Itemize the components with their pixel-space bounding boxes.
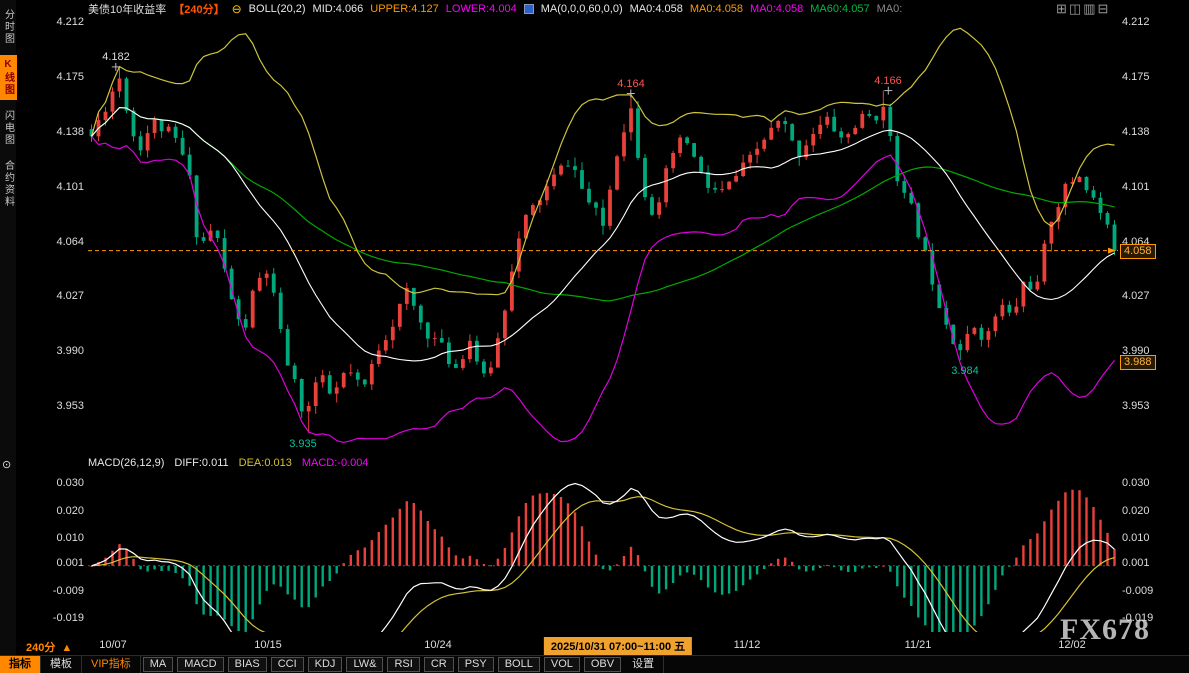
macd-axis-label: 0.020 [1122, 505, 1150, 517]
toolbar-item-vip-indicator[interactable]: VIP指标 [82, 656, 141, 673]
macd-hist-value: MACD:-0.004 [302, 457, 369, 469]
y-axis-label: 4.175 [40, 71, 84, 83]
macd-axis-label: -0.019 [40, 612, 84, 624]
price-annotation: 3.984 [951, 365, 979, 377]
macd-chart[interactable] [88, 472, 1118, 632]
selected-time-badge: 2025/10/31 07:00~11:00 五 [544, 637, 692, 655]
y-axis-label: 4.064 [40, 236, 84, 248]
toolbar-item-macd[interactable]: MACD [177, 657, 223, 672]
layout-icon-1[interactable]: ⊞ [1056, 2, 1067, 16]
toolbar-item-obv[interactable]: OBV [584, 657, 621, 672]
layout-icon-4[interactable]: ⊟ [1098, 2, 1109, 16]
candlestick-svg [88, 18, 1118, 455]
toolbar-item-indicator[interactable]: 指标 [0, 656, 41, 673]
y-axis-label: 4.101 [1122, 181, 1150, 193]
ma-values-group: MA0:4.058 MA0:4.058 MA0:4.058 MA60:4.057 MA0… [630, 3, 910, 15]
up-triangle-icon: ▲ [61, 642, 72, 654]
macd-axis-label: 0.030 [40, 477, 84, 489]
macd-axis-label: -0.009 [40, 585, 84, 597]
y-axis-label: 4.101 [40, 181, 84, 193]
macd-diff-value: DIFF:0.011 [174, 457, 228, 469]
instrument-title: 美债10年收益率 [88, 1, 166, 17]
sidebar-item-time-chart[interactable]: 分时图 [0, 5, 17, 49]
macd-dea-value: DEA:0.013 [239, 457, 292, 469]
y-axis-label: 4.027 [1122, 290, 1150, 302]
ma-params-label: MA(0,0,0,60,0,0) [541, 3, 623, 15]
ma-value-4: MA60:4.057 [810, 3, 869, 15]
chart-header: 美债10年收益率 【240分】 ⊖ BOLL(20,2) MID:4.066 U… [0, 0, 1189, 18]
macd-axis-label: 0.030 [1122, 477, 1150, 489]
macd-axis-label: -0.009 [1122, 585, 1153, 597]
toolbar-item-bias[interactable]: BIAS [228, 657, 267, 672]
price-badge: 3.988 [1120, 355, 1156, 370]
chart-type-sidebar: 分时图 K线图闪电图合约资料 [0, 0, 16, 655]
timeframe-label[interactable]: 【240分】 [173, 1, 224, 17]
y-axis-label: 4.175 [1122, 71, 1150, 83]
price-annotation: 4.166 [874, 75, 902, 87]
x-axis-label: 10/24 [424, 639, 452, 651]
macd-axis-label: -0.019 [1122, 612, 1153, 624]
boll-params-label: BOLL(20,2) [249, 3, 306, 15]
price-annotation: 3.935 [289, 438, 317, 450]
ma-value-3: MA0:4.058 [750, 3, 803, 15]
x-axis-label: 11/12 [734, 639, 761, 651]
toolbar-item-cci[interactable]: CCI [271, 657, 304, 672]
toolbar-item-lwr[interactable]: LW& [346, 657, 383, 672]
macd-header: MACD(26,12,9) DIFF:0.011 DEA:0.013 MACD:… [88, 457, 368, 469]
x-axis-label: 12/02 [1058, 639, 1086, 651]
candlestick-chart[interactable] [88, 18, 1118, 455]
indicator-toolbar: 指标模板VIP指标MAMACD BIAS CCI KDJLW&RSI CR PSY BOLL… [0, 655, 1189, 673]
ma-value-1: MA0:4.058 [630, 3, 683, 15]
macd-axis-label: 0.020 [40, 505, 84, 517]
timeframe-tag-label: 240分 [26, 642, 55, 654]
y-axis-label: 4.138 [40, 126, 84, 138]
y-axis-label: 4.027 [40, 290, 84, 302]
timeframe-tag[interactable]: 240分 ▲ [26, 639, 72, 655]
price-badge: 4.058 [1120, 244, 1156, 259]
sidebar-item-kline-chart[interactable]: K线图 [0, 55, 17, 100]
toolbar-item-template[interactable]: 模板 [41, 656, 82, 673]
boll-mid-value: MID:4.066 [313, 3, 364, 15]
toolbar-item-settings[interactable]: 设置 [623, 656, 664, 673]
y-axis-label: 3.953 [1122, 400, 1150, 412]
macd-axis-label: 0.010 [40, 532, 84, 544]
toolbar-item-kdj[interactable]: KDJ [308, 657, 343, 672]
macd-axis-label: 0.001 [1122, 557, 1150, 569]
y-axis-label: 3.953 [40, 400, 84, 412]
toolbar-item-boll[interactable]: BOLL [498, 657, 540, 672]
sidebar-item-lightning-chart[interactable]: 闪电图 [0, 106, 17, 150]
macd-params-label: MACD(26,12,9) [88, 457, 164, 469]
collapse-icon[interactable]: ⊖ [232, 3, 242, 15]
y-axis-label: 4.138 [1122, 126, 1150, 138]
toolbar-item-psy[interactable]: PSY [458, 657, 494, 672]
layout-icon-3[interactable]: ▥ [1083, 2, 1095, 16]
price-annotation: 4.182 [102, 51, 130, 63]
sidebar-item-contract-info[interactable]: 合约资料 [0, 156, 17, 212]
ma-indicator-icon [524, 4, 534, 14]
ma-value-5: MA0: [877, 3, 903, 15]
toolbar-item-rsi[interactable]: RSI [387, 657, 419, 672]
price-annotation: 4.164 [617, 78, 645, 90]
macd-svg [88, 472, 1118, 632]
ma-value-2: MA0:4.058 [690, 3, 743, 15]
toolbar-item-cr[interactable]: CR [424, 657, 454, 672]
x-axis-label: 11/21 [905, 639, 932, 651]
crosshair-icon[interactable]: ⊙ [2, 458, 11, 471]
toolbar-item-ma[interactable]: MA [143, 657, 174, 672]
x-axis-label: 10/15 [254, 639, 282, 651]
boll-upper-value: UPPER:4.127 [370, 3, 438, 15]
toolbar-item-vol[interactable]: VOL [544, 657, 580, 672]
layout-split-icons: ⊞◫▥⊟ [1056, 2, 1108, 16]
boll-lower-value: LOWER:4.004 [446, 3, 517, 15]
layout-icon-2[interactable]: ◫ [1069, 2, 1081, 16]
trading-app-window: 美债10年收益率 【240分】 ⊖ BOLL(20,2) MID:4.066 U… [0, 0, 1189, 673]
y-axis-label: 3.990 [40, 345, 84, 357]
x-axis-label: 10/07 [99, 639, 127, 651]
macd-axis-label: 0.010 [1122, 532, 1150, 544]
macd-axis-label: 0.001 [40, 557, 84, 569]
